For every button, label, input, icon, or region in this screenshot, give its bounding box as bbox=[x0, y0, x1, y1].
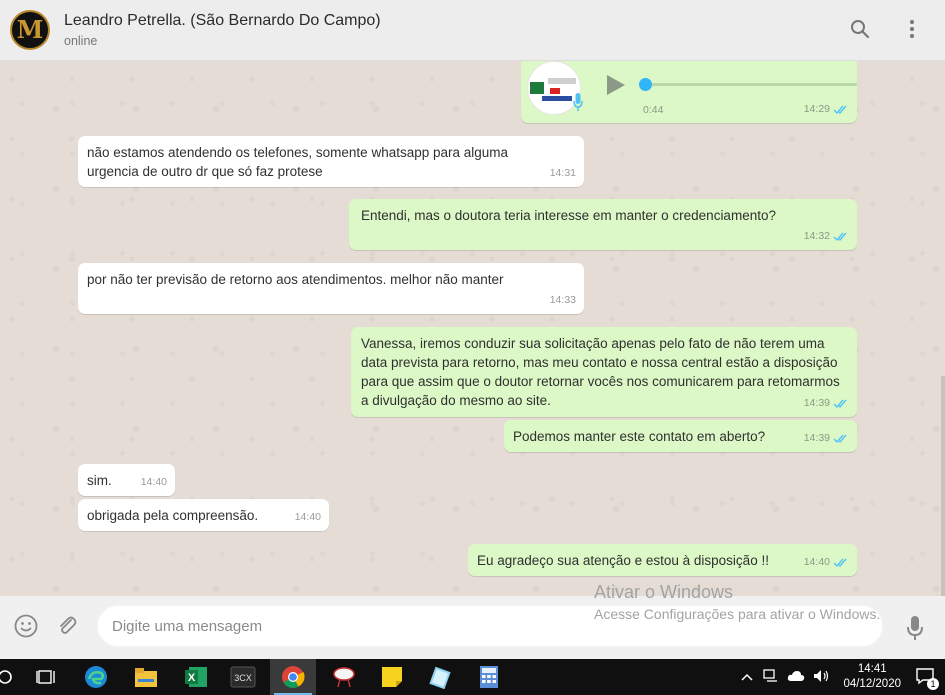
system-tray: 14:41 04/12/2020 1 bbox=[741, 659, 945, 695]
message-time: 14:40 bbox=[294, 511, 321, 523]
edge-browser-icon[interactable] bbox=[83, 664, 109, 690]
message-time: 14:40 bbox=[803, 556, 830, 568]
message-bubble-incoming[interactable]: sim. 14:40 bbox=[78, 464, 175, 496]
read-receipt-icon bbox=[833, 232, 847, 242]
excel-letter: X bbox=[188, 672, 196, 684]
notepad-icon[interactable] bbox=[427, 664, 453, 690]
contact-status: online bbox=[64, 34, 98, 48]
search-circle-icon[interactable] bbox=[0, 664, 18, 690]
snipping-tool-icon[interactable] bbox=[331, 664, 357, 690]
message-time: 14:40 bbox=[140, 476, 167, 488]
message-text: Podemos manter este contato em aberto? bbox=[513, 429, 766, 444]
message-text: obrigada pela compreensão. bbox=[87, 508, 259, 523]
audio-message[interactable]: 0:44 14:29 bbox=[521, 61, 857, 123]
search-icon[interactable] bbox=[849, 18, 871, 40]
contact-info[interactable]: Leandro Petrella. (São Bernardo Do Campo… bbox=[64, 12, 381, 48]
contact-avatar[interactable]: M bbox=[10, 10, 50, 50]
message-text: Vanessa, iremos conduzir sua solicitação… bbox=[361, 336, 840, 408]
message-text: não estamos atendendo os telefones, some… bbox=[87, 145, 509, 179]
read-receipt-icon bbox=[833, 558, 847, 568]
clock-date: 04/12/2020 bbox=[843, 678, 901, 690]
message-bubble-incoming[interactable]: obrigada pela compreensão. 14:40 bbox=[78, 499, 329, 531]
file-explorer-icon[interactable] bbox=[133, 664, 159, 690]
chat-scrollbar[interactable] bbox=[941, 376, 945, 596]
avatar-logo-letter: M bbox=[16, 15, 44, 44]
message-time: 14:39 bbox=[803, 397, 830, 409]
cloud-icon[interactable] bbox=[787, 670, 805, 685]
read-receipt-icon bbox=[833, 399, 847, 409]
message-text: por não ter previsão de retorno aos aten… bbox=[87, 272, 504, 287]
volume-icon[interactable] bbox=[813, 669, 831, 686]
message-bubble-outgoing[interactable]: Podemos manter este contato em aberto? 1… bbox=[504, 420, 857, 452]
message-bubble-outgoing[interactable]: Vanessa, iremos conduzir sua solicitação… bbox=[351, 327, 857, 417]
message-input[interactable] bbox=[97, 605, 883, 647]
message-time: 14:32 bbox=[803, 230, 830, 242]
message-bubble-outgoing[interactable]: Entendi, mas o doutora teria interesse e… bbox=[349, 199, 857, 250]
play-icon[interactable] bbox=[605, 73, 627, 102]
system-clock[interactable]: 14:41 04/12/2020 bbox=[843, 662, 901, 692]
notification-center-icon[interactable]: 1 bbox=[915, 667, 939, 690]
message-time: 14:31 bbox=[549, 167, 576, 179]
message-time: 14:29 bbox=[803, 103, 830, 115]
audio-progress-handle[interactable] bbox=[639, 78, 652, 91]
message-bubble-incoming[interactable]: por não ter previsão de retorno aos aten… bbox=[78, 263, 584, 314]
message-bubble-outgoing[interactable]: Eu agradeço sua atenção e estou à dispos… bbox=[468, 544, 857, 576]
message-text: Eu agradeço sua atenção e estou à dispos… bbox=[477, 553, 769, 568]
chrome-icon[interactable] bbox=[270, 659, 316, 695]
read-receipt-icon bbox=[833, 105, 847, 115]
message-bubble-incoming[interactable]: não estamos atendendo os telefones, some… bbox=[78, 136, 584, 187]
notification-count-badge: 1 bbox=[927, 677, 939, 690]
microphone-record-icon[interactable] bbox=[906, 615, 924, 646]
show-hidden-icons-icon[interactable] bbox=[741, 670, 753, 684]
message-time: 14:33 bbox=[549, 294, 576, 306]
windows-taskbar: X 3CX 14:41 04/12/2020 1 bbox=[0, 659, 945, 695]
emoji-icon[interactable] bbox=[14, 614, 38, 643]
message-list[interactable]: 0:44 14:29 não estamos atendendo os tele… bbox=[0, 61, 945, 596]
network-icon[interactable] bbox=[763, 668, 779, 686]
message-text: Entendi, mas o doutora teria interesse e… bbox=[361, 208, 776, 223]
audio-progress-track[interactable] bbox=[645, 83, 857, 86]
task-view-icon[interactable] bbox=[33, 664, 59, 690]
3cx-label: 3CX bbox=[234, 673, 252, 683]
audio-duration: 0:44 bbox=[643, 104, 664, 116]
sticky-notes-icon[interactable] bbox=[379, 664, 405, 690]
contact-name: Leandro Petrella. (São Bernardo Do Campo… bbox=[64, 12, 381, 29]
3cx-icon[interactable]: 3CX bbox=[230, 664, 256, 690]
microphone-icon bbox=[573, 93, 583, 116]
clock-time: 14:41 bbox=[857, 663, 887, 675]
message-composer bbox=[0, 596, 945, 659]
menu-dots-icon[interactable] bbox=[901, 18, 923, 40]
attach-clip-icon[interactable] bbox=[55, 614, 79, 643]
excel-icon[interactable]: X bbox=[183, 664, 209, 690]
chat-header: M Leandro Petrella. (São Bernardo Do Cam… bbox=[0, 0, 945, 61]
read-receipt-icon bbox=[833, 434, 847, 444]
calculator-icon[interactable] bbox=[476, 664, 502, 690]
message-time: 14:39 bbox=[803, 432, 830, 444]
